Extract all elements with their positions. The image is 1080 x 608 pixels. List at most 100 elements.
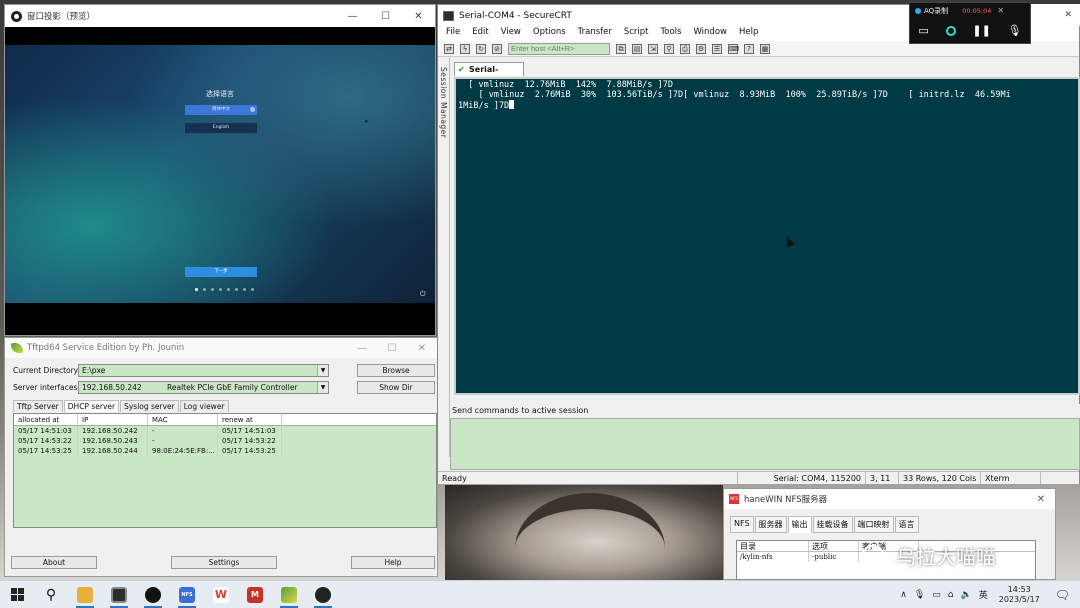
current-dir-field[interactable]: E:\pxe ▼: [78, 364, 329, 377]
help-icon[interactable]: ?: [744, 43, 754, 54]
copy-icon[interactable]: ⧉: [616, 43, 626, 54]
close-button[interactable]: ✕: [402, 11, 435, 22]
taskbar-app-m[interactable]: M: [238, 581, 272, 608]
microphone-icon[interactable]: 🎙: [1008, 24, 1022, 37]
dhcp-lease-table[interactable]: allocated at IP MAC renew at 05/17 14:51…: [13, 413, 437, 528]
notification-icon[interactable]: 🗨: [1055, 588, 1070, 602]
power-icon[interactable]: ⏻: [420, 290, 426, 299]
chevron-down-icon[interactable]: ▼: [317, 382, 328, 393]
taskbar-securecrt[interactable]: [102, 581, 136, 608]
taskbar-projection[interactable]: [136, 581, 170, 608]
taskbar-file-explorer[interactable]: [68, 581, 102, 608]
taskbar-tftpd[interactable]: [272, 581, 306, 608]
next-button[interactable]: 下一步: [185, 267, 257, 277]
tab-mounts[interactable]: 挂载设备: [812, 516, 853, 533]
connect-icon[interactable]: ⇄: [444, 43, 454, 54]
chevron-up-icon[interactable]: ∧: [900, 590, 907, 600]
maximize-button[interactable]: ☐: [369, 11, 402, 22]
copy-paste-icon[interactable]: ⇲: [648, 43, 658, 54]
menu-view[interactable]: View: [501, 27, 521, 41]
tab-syslog-server[interactable]: Syslog server: [120, 400, 179, 412]
background-window-edge[interactable]: ✕: [1031, 4, 1080, 26]
volume-icon[interactable]: 🔈: [961, 590, 972, 600]
settings-button[interactable]: Settings: [171, 556, 277, 569]
sftp-icon[interactable]: ▦: [760, 43, 770, 54]
table-row[interactable]: 05/17 14:53:25 192.168.50.244 98:0E:24:5…: [14, 446, 436, 456]
tab-nfs[interactable]: NFS: [730, 516, 754, 533]
column-header[interactable]: MAC: [148, 414, 218, 425]
close-button[interactable]: ✕: [1037, 494, 1045, 505]
command-window-input[interactable]: [450, 418, 1080, 470]
projection-titlebar[interactable]: 窗口投影（预览） — ☐ ✕: [5, 5, 435, 27]
tab-language[interactable]: 语言: [894, 516, 919, 533]
minimize-button[interactable]: —: [336, 11, 369, 22]
host-input[interactable]: [508, 42, 610, 55]
tab-server[interactable]: 服务器: [754, 516, 787, 533]
find-icon[interactable]: ⚲: [664, 43, 674, 54]
tab-dhcp-server[interactable]: DHCP server: [63, 400, 120, 412]
tab-tftp-server[interactable]: Tftp Server: [13, 400, 63, 412]
language-option-chinese[interactable]: 简体中文: [185, 105, 257, 115]
minimize-button[interactable]: —: [347, 343, 377, 354]
table-row[interactable]: 05/17 14:51:03 192.168.50.242 - 05/17 14…: [14, 426, 436, 436]
menu-help[interactable]: Help: [739, 27, 758, 41]
print-icon[interactable]: ⎙: [680, 43, 690, 54]
search-button[interactable]: ⚲: [34, 581, 68, 608]
close-button[interactable]: ✕: [407, 343, 437, 354]
maximize-button[interactable]: ☐: [377, 343, 407, 354]
keymap-icon[interactable]: ⌨: [728, 43, 739, 54]
settings-icon[interactable]: ⚙: [696, 43, 706, 54]
tftpd-titlebar[interactable]: Tftpd64 Service Edition by Ph. Jounin — …: [5, 338, 437, 358]
column-header[interactable]: IP: [78, 414, 148, 425]
session-options-icon[interactable]: ☰: [712, 43, 722, 54]
column-header[interactable]: renew at: [218, 414, 282, 425]
start-button[interactable]: [0, 581, 34, 608]
window-select-icon[interactable]: ▭: [918, 24, 928, 37]
menu-transfer[interactable]: Transfer: [578, 27, 612, 41]
tftpd-window[interactable]: Tftpd64 Service Edition by Ph. Jounin — …: [4, 337, 438, 577]
language-option-english[interactable]: English: [185, 123, 257, 133]
input-method[interactable]: 英: [979, 588, 988, 601]
projected-screen[interactable]: 选择语言 简体中文 English 下一步 ▸ ⏻: [5, 45, 435, 303]
network-icon[interactable]: ⌂: [948, 590, 954, 600]
about-button[interactable]: About: [11, 556, 97, 569]
tab-port-mapping[interactable]: 端口映射: [853, 516, 894, 533]
taskbar-nfs[interactable]: NFS: [170, 581, 204, 608]
clock[interactable]: 14:53 2023/5/17: [999, 585, 1040, 605]
battery-icon[interactable]: ▭: [932, 590, 941, 600]
browse-button[interactable]: Browse: [357, 364, 435, 377]
reconnect-icon[interactable]: ↻: [476, 43, 486, 54]
taskbar-wps[interactable]: W: [204, 581, 238, 608]
tab-serial-com4[interactable]: Serial-COM4: [454, 62, 524, 87]
show-dir-button[interactable]: Show Dir: [357, 381, 435, 394]
session-manager-panel[interactable]: Session Manager: [438, 57, 450, 457]
close-icon[interactable]: ✕: [997, 6, 1004, 15]
table-row[interactable]: 05/17 14:53:22 192.168.50.243 - 05/17 14…: [14, 436, 436, 446]
pause-icon[interactable]: ❚❚: [972, 24, 990, 37]
menu-window[interactable]: Window: [693, 27, 727, 41]
column-header[interactable]: allocated at: [14, 414, 78, 425]
terminal-output[interactable]: [ vmlinuz 12.76MiB 142% 7.88MiB/s ]7D [ …: [454, 77, 1080, 395]
server-interface-select[interactable]: 192.168.50.242 Realtek PCIe GbE Family C…: [78, 381, 329, 394]
menu-script[interactable]: Script: [624, 27, 649, 41]
tab-exports[interactable]: 输出: [787, 516, 812, 533]
column-header[interactable]: 选项: [809, 541, 859, 551]
record-icon[interactable]: [945, 25, 956, 36]
disconnect-icon[interactable]: ⊘: [492, 43, 502, 54]
quick-connect-icon[interactable]: ϟ: [460, 43, 470, 54]
paste-icon[interactable]: ▤: [632, 43, 642, 54]
menu-options[interactable]: Options: [533, 27, 566, 41]
tab-log-viewer[interactable]: Log viewer: [179, 400, 229, 412]
column-header[interactable]: 目录: [737, 541, 809, 551]
chevron-down-icon[interactable]: ▼: [317, 365, 328, 376]
nfs-titlebar[interactable]: NFS haneWIN NFS服务器 ✕: [724, 489, 1055, 509]
menu-tools[interactable]: Tools: [661, 27, 682, 41]
menu-file[interactable]: File: [446, 27, 460, 41]
microphone-icon[interactable]: 🎙: [914, 590, 925, 600]
projection-window[interactable]: 窗口投影（预览） — ☐ ✕ 选择语言 简体中文 English 下一步 ▸ ⏻: [4, 4, 436, 336]
taskbar-recorder[interactable]: [306, 581, 340, 608]
help-button[interactable]: Help: [351, 556, 435, 569]
recorder-toolbar[interactable]: AQ录制 00:05:04 ✕ ▭ ❚❚ 🎙: [909, 2, 1031, 44]
securecrt-window[interactable]: Serial-COM4 - SecureCRT File Edit View O…: [437, 4, 1080, 484]
menu-edit[interactable]: Edit: [472, 27, 488, 41]
